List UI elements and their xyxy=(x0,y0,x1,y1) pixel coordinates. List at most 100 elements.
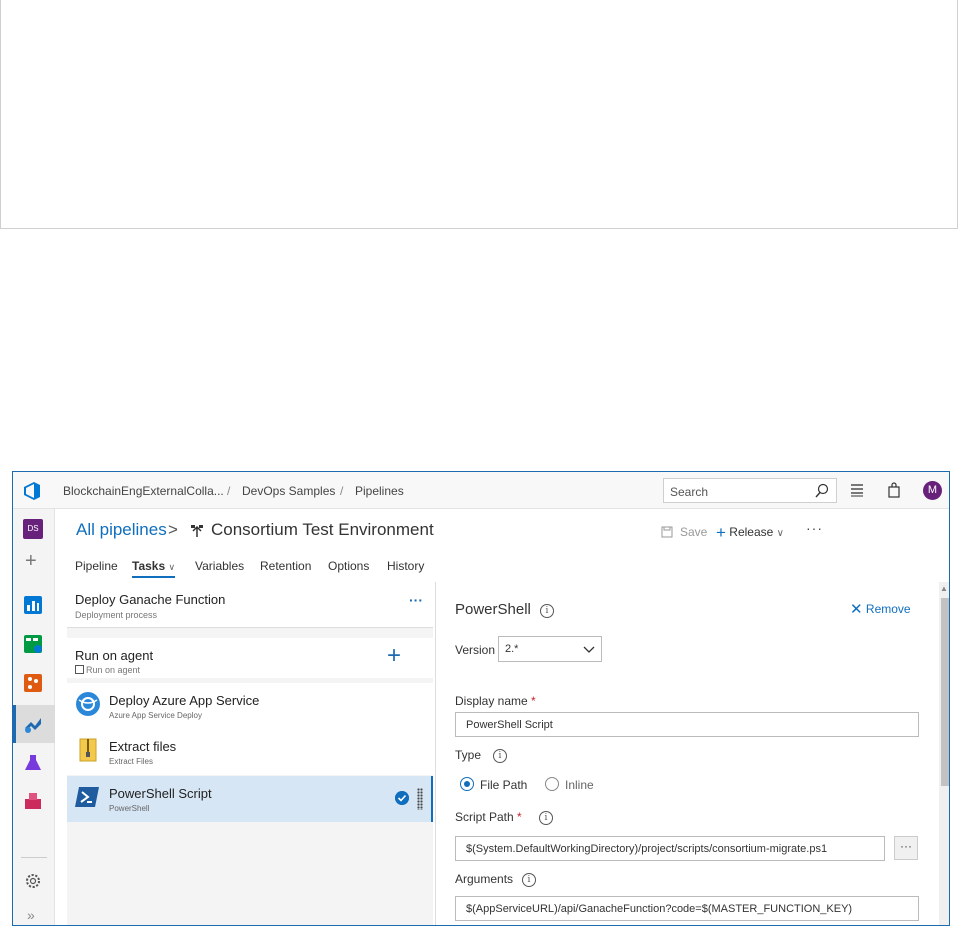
avatar[interactable]: M xyxy=(923,481,942,500)
server-icon xyxy=(75,665,84,674)
add-icon[interactable]: + xyxy=(25,551,37,571)
task-title: Deploy Azure App Service xyxy=(109,693,260,708)
stage-title: Deploy Ganache Function xyxy=(75,592,226,607)
type-label: Type xyxy=(455,748,482,762)
double-chevron-right-icon[interactable]: » xyxy=(27,907,35,923)
page-title: Consortium Test Environment xyxy=(211,520,434,539)
active-tab-indicator xyxy=(132,576,175,578)
more-actions-button[interactable]: ··· xyxy=(806,520,823,536)
search-icon[interactable] xyxy=(814,483,830,499)
rail-divider xyxy=(21,857,47,858)
test-plans-icon[interactable] xyxy=(23,753,43,773)
required-marker: * xyxy=(517,810,522,824)
azure-devops-logo-icon[interactable] xyxy=(21,480,43,502)
release-pipeline-icon xyxy=(191,525,203,537)
shopping-bag-icon[interactable] xyxy=(886,482,902,498)
release-button-label: Release xyxy=(729,525,774,539)
chevron-down-icon: ∨ xyxy=(168,562,176,572)
task-title: Extract files xyxy=(109,739,177,754)
tab-options[interactable]: Options xyxy=(328,559,369,573)
scroll-up-icon[interactable]: ▲ xyxy=(940,584,948,593)
empty-content-box xyxy=(0,0,958,229)
all-pipelines-link[interactable]: All pipelines xyxy=(76,520,167,540)
arguments-field[interactable]: $(AppServiceURL)/api/GanacheFunction?cod… xyxy=(455,896,919,921)
agent-job-subtitle: Run on agent xyxy=(75,665,140,675)
tab-history[interactable]: History xyxy=(387,559,424,573)
version-select[interactable]: 2.* xyxy=(498,636,602,662)
rail-selected-indicator xyxy=(13,705,16,743)
info-icon[interactable]: i xyxy=(539,811,553,825)
radio-inline-label: Inline xyxy=(565,778,594,792)
breadcrumb-pipelines[interactable]: Pipelines xyxy=(355,484,404,498)
info-icon[interactable]: i xyxy=(493,749,507,763)
info-icon[interactable]: i xyxy=(540,604,554,618)
remove-button-label: Remove xyxy=(865,602,911,616)
radio-inline[interactable] xyxy=(545,777,559,791)
script-path-label: Script Path * xyxy=(455,810,522,824)
gear-icon[interactable] xyxy=(23,871,43,891)
task-subtitle: Extract Files xyxy=(109,757,154,766)
overview-icon[interactable] xyxy=(23,595,43,615)
pipelines-icon[interactable] xyxy=(23,714,43,734)
top-bar: BlockchainEngExternalColla... / DevOps S… xyxy=(13,472,949,509)
task-subtitle: PowerShell xyxy=(109,804,150,813)
script-path-field[interactable]: $(System.DefaultWorkingDirectory)/projec… xyxy=(455,836,885,861)
breadcrumb-chevron-icon: > xyxy=(168,520,178,539)
browse-button[interactable]: ··· xyxy=(894,836,918,860)
scrollbar-thumb[interactable] xyxy=(941,598,949,786)
agent-job[interactable]: Run on agent Run on agent + xyxy=(67,638,433,678)
agent-job-title: Run on agent xyxy=(75,648,154,663)
azure-app-service-icon xyxy=(76,692,100,716)
display-name-label-text: Display name xyxy=(455,694,528,708)
drag-handle[interactable] xyxy=(417,788,423,810)
list-item[interactable]: Extract files Extract Files xyxy=(67,729,433,775)
navigation-rail: DS + » xyxy=(13,509,55,925)
stage-more-button[interactable]: ··· xyxy=(409,592,423,608)
arguments-label: Arguments xyxy=(455,872,514,886)
add-task-button[interactable]: + xyxy=(387,642,401,670)
close-icon: ✕ xyxy=(850,601,863,618)
artifacts-icon[interactable] xyxy=(23,791,43,811)
chevron-down-icon: ∨ xyxy=(776,528,784,539)
powershell-icon xyxy=(75,787,99,807)
list-item[interactable]: Deploy Azure App Service Azure App Servi… xyxy=(67,683,433,729)
version-value: 2.* xyxy=(505,643,519,655)
tab-retention[interactable]: Retention xyxy=(260,559,311,573)
required-marker: * xyxy=(531,694,536,708)
save-button[interactable]: Save xyxy=(680,525,707,539)
list-item[interactable]: PowerShell Script PowerShell xyxy=(67,776,433,822)
project-avatar[interactable]: DS xyxy=(23,519,43,539)
plus-icon: + xyxy=(716,523,726,542)
agent-job-subtitle-text: Run on agent xyxy=(86,665,141,675)
breadcrumb-project[interactable]: DevOps Samples xyxy=(242,484,335,498)
arguments-value: $(AppServiceURL)/api/GanacheFunction?cod… xyxy=(466,903,853,915)
tab-tasks-label: Tasks xyxy=(132,559,166,573)
tab-pipeline[interactable]: Pipeline xyxy=(75,559,118,573)
task-subtitle: Azure App Service Deploy xyxy=(109,711,202,720)
breadcrumb-organization[interactable]: BlockchainEngExternalColla... xyxy=(63,484,224,498)
script-path-value: $(System.DefaultWorkingDirectory)/projec… xyxy=(466,843,828,855)
stage-header[interactable]: Deploy Ganache Function Deployment proce… xyxy=(67,582,433,628)
boards-icon[interactable] xyxy=(23,634,43,654)
display-name-field[interactable]: PowerShell Script xyxy=(455,712,919,737)
tab-tasks[interactable]: Tasks ∨ xyxy=(132,559,175,573)
chevron-down-icon xyxy=(583,646,595,653)
save-icon xyxy=(661,526,673,538)
release-button[interactable]: + Release ∨ xyxy=(716,523,784,543)
breadcrumb-separator: / xyxy=(227,484,231,498)
search-input[interactable]: Search xyxy=(663,478,837,503)
info-icon[interactable]: i xyxy=(522,873,536,887)
remove-button[interactable]: ✕ Remove xyxy=(850,600,911,618)
repos-icon[interactable] xyxy=(23,673,43,693)
script-path-label-text: Script Path xyxy=(455,810,514,824)
task-title: PowerShell Script xyxy=(109,786,212,801)
version-label: Version xyxy=(455,643,496,657)
radio-file-path-label: File Path xyxy=(480,778,528,792)
search-placeholder: Search xyxy=(670,485,709,499)
tab-variables[interactable]: Variables xyxy=(195,559,244,573)
selected-indicator xyxy=(431,776,433,822)
list-icon[interactable] xyxy=(849,482,865,498)
checkmark-icon xyxy=(395,791,409,805)
azure-devops-window: BlockchainEngExternalColla... / DevOps S… xyxy=(12,471,950,926)
radio-file-path[interactable] xyxy=(460,777,474,791)
